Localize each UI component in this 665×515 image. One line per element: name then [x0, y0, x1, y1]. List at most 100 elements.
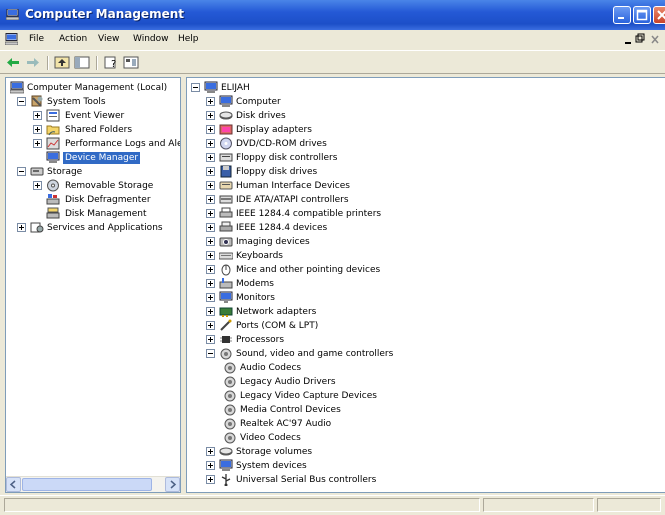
device-tree-label: Audio Codecs [240, 363, 302, 373]
expand-icon[interactable] [33, 181, 42, 190]
expand-icon[interactable] [206, 447, 215, 456]
expand-icon[interactable] [206, 223, 215, 232]
tree-label: System Tools [47, 97, 106, 107]
expand-icon[interactable] [206, 181, 215, 190]
horizontal-scrollbar[interactable] [6, 476, 180, 492]
device-tree-pane[interactable]: ELIJAH Computer Disk drives Display adapter… [186, 77, 665, 493]
tree-label-selected: Device Manager [63, 152, 141, 164]
network-adapter-icon [219, 307, 233, 317]
expand-icon[interactable] [206, 237, 215, 246]
mouse-icon [221, 264, 231, 276]
close-button[interactable] [653, 6, 665, 24]
expand-icon[interactable] [206, 153, 215, 162]
ide-controller-icon [219, 195, 233, 204]
disk-drive-icon [219, 447, 233, 456]
expand-icon[interactable] [206, 97, 215, 106]
keyboard-icon [219, 252, 233, 260]
disk-drive-icon [219, 111, 233, 120]
device-tree-label: Monitors [236, 293, 275, 303]
device-tree-label: Processors [236, 335, 285, 345]
maximize-button[interactable] [633, 6, 651, 24]
forward-arrow-icon[interactable] [25, 55, 41, 70]
menu-bar: File Action View Window Help [0, 30, 665, 50]
mdi-window-icon[interactable] [5, 33, 18, 45]
scroll-left-button[interactable] [6, 477, 21, 492]
menu-window[interactable]: Window [133, 34, 169, 44]
expand-icon[interactable] [206, 139, 215, 148]
status-cell [597, 498, 661, 512]
mdi-controls[interactable] [625, 33, 665, 47]
removable-storage-icon [47, 179, 59, 192]
modem-icon [219, 278, 233, 289]
computer-icon [219, 459, 233, 471]
scrollbar-thumb[interactable] [22, 478, 152, 491]
system-tools-icon [31, 95, 43, 107]
toolbar: ? [0, 50, 665, 74]
menu-file[interactable]: File [29, 34, 44, 44]
device-tree-label: Ports (COM & LPT) [236, 321, 319, 331]
expand-icon[interactable] [206, 125, 215, 134]
expand-icon[interactable] [206, 279, 215, 288]
device-tree-label: Human Interface Devices [236, 181, 350, 191]
collapse-icon[interactable] [206, 349, 215, 358]
up-one-level-icon[interactable] [54, 55, 70, 70]
device-tree-label: Sound, video and game controllers [236, 349, 394, 359]
title-bar[interactable]: Computer Management [0, 0, 665, 30]
expand-icon[interactable] [33, 125, 42, 134]
sound-icon [224, 404, 236, 416]
expand-icon[interactable] [33, 139, 42, 148]
expand-icon[interactable] [206, 111, 215, 120]
device-tree-label: Legacy Video Capture Devices [240, 391, 377, 401]
device-tree-label: Imaging devices [236, 237, 310, 247]
tree-label: Removable Storage [65, 181, 154, 191]
collapse-icon[interactable] [17, 167, 26, 176]
sound-icon [224, 390, 236, 402]
tree-label: Services and Applications [47, 223, 163, 233]
menu-action[interactable]: Action [59, 34, 87, 44]
expand-icon[interactable] [206, 335, 215, 344]
expand-icon[interactable] [17, 223, 26, 232]
device-tree-label: Network adapters [236, 307, 317, 317]
tree-label: Disk Management [65, 209, 147, 219]
sound-icon [224, 376, 236, 388]
expand-icon[interactable] [206, 209, 215, 218]
device-tree-label: ELIJAH [221, 83, 250, 93]
back-arrow-icon[interactable] [5, 55, 21, 70]
menu-help[interactable]: Help [178, 34, 199, 44]
device-tree-label: Universal Serial Bus controllers [236, 475, 377, 485]
device-tree-label: Realtek AC'97 Audio [240, 419, 332, 429]
expand-icon[interactable] [206, 461, 215, 470]
tree-label: Storage [47, 167, 83, 177]
collapse-icon[interactable] [191, 83, 200, 92]
expand-icon[interactable] [206, 265, 215, 274]
tree-label: Shared Folders [65, 125, 133, 135]
status-bar [0, 495, 665, 515]
sound-icon [224, 362, 236, 374]
expand-icon[interactable] [206, 307, 215, 316]
expand-icon[interactable] [206, 195, 215, 204]
device-tree-label: DVD/CD-ROM drives [236, 139, 327, 149]
device-tree-label: Modems [236, 279, 274, 289]
usb-icon [221, 474, 231, 486]
properties-icon[interactable]: ? [103, 55, 119, 70]
device-tree-label: Disk drives [236, 111, 286, 121]
expand-icon[interactable] [206, 321, 215, 330]
help-icon[interactable] [123, 55, 139, 70]
window-title: Computer Management [25, 7, 184, 21]
mdi-minimize-icon [625, 42, 631, 44]
device-tree-label: Video Codecs [240, 433, 301, 443]
expand-icon[interactable] [206, 293, 215, 302]
console-tree-pane[interactable]: Computer Management (Local) System Tools… [5, 77, 181, 493]
collapse-icon[interactable] [17, 97, 26, 106]
show-hide-console-tree-icon[interactable] [74, 55, 90, 70]
expand-icon[interactable] [33, 111, 42, 120]
expand-icon[interactable] [206, 167, 215, 176]
shared-folders-icon [46, 125, 60, 136]
expand-icon[interactable] [206, 251, 215, 260]
menu-view[interactable]: View [98, 34, 119, 44]
scroll-right-icon [170, 480, 177, 489]
scroll-right-button[interactable] [165, 477, 180, 492]
minimize-button[interactable] [613, 6, 631, 24]
sound-icon [224, 432, 236, 444]
expand-icon[interactable] [206, 475, 215, 484]
